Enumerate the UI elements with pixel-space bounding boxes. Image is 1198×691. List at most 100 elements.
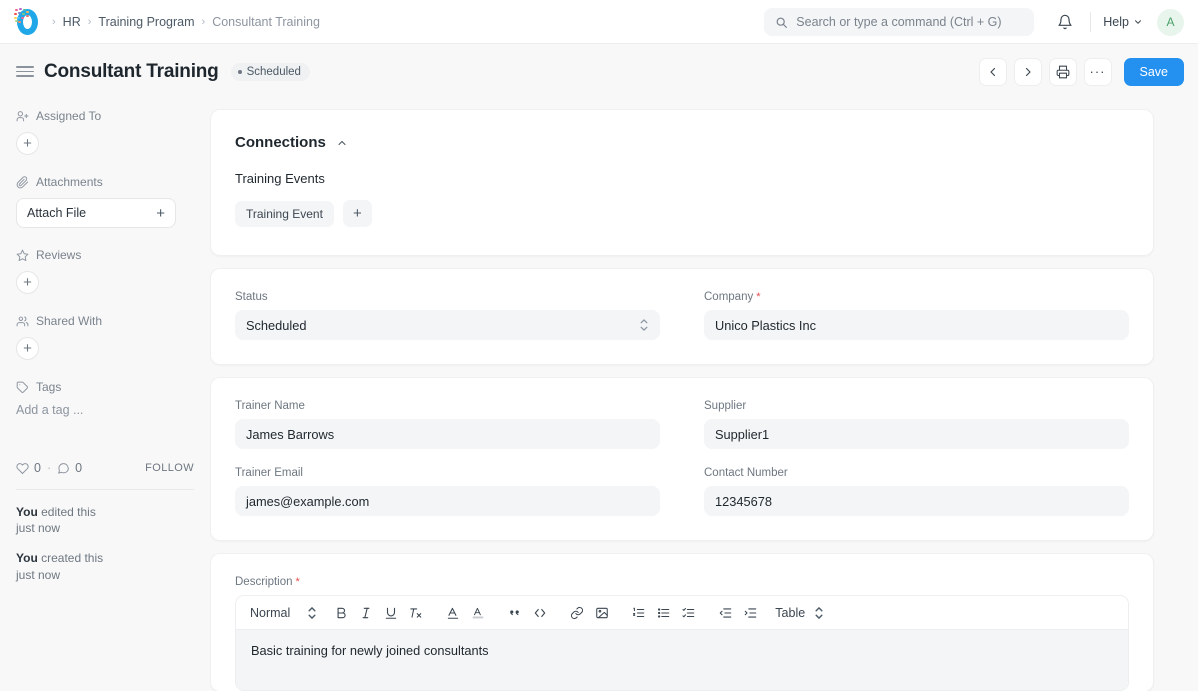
connections-group-label: Training Events xyxy=(235,171,1129,186)
ellipsis-icon: ··· xyxy=(1090,68,1106,76)
sidebar-section-header: Tags xyxy=(16,380,194,394)
status-company-card: Status Scheduled xyxy=(210,268,1154,365)
attach-file-button[interactable]: Attach File + xyxy=(16,198,176,228)
separator: · xyxy=(47,461,51,475)
sidebar-toggle-icon[interactable] xyxy=(16,66,34,77)
paragraph-style-select[interactable]: Normal xyxy=(250,606,328,620)
bullet-list-icon[interactable] xyxy=(651,596,676,630)
highlight-icon[interactable] xyxy=(465,596,490,630)
connection-chip-training-event[interactable]: Training Event xyxy=(235,201,334,227)
blockquote-icon[interactable] xyxy=(502,596,527,630)
like-control[interactable]: 0 xyxy=(16,461,41,475)
print-button[interactable] xyxy=(1049,58,1077,86)
frappe-logo[interactable] xyxy=(12,7,42,37)
activity-item: You created this just now xyxy=(16,550,194,582)
add-assignment-button[interactable]: + xyxy=(16,132,39,155)
field-label-text: Trainer Name xyxy=(235,400,305,412)
field-label: Status xyxy=(235,291,660,303)
field-company: Company * Unico Plastics Inc xyxy=(704,291,1129,340)
engagement-bar: 0 · 0 FOLLOW xyxy=(16,461,194,475)
attachment-icon xyxy=(16,176,29,189)
supplier-input[interactable]: Supplier1 xyxy=(704,419,1129,449)
bold-icon[interactable] xyxy=(328,596,353,630)
plus-icon: + xyxy=(156,205,165,222)
field-status: Status Scheduled xyxy=(235,291,660,340)
sidebar-section-assigned-to: Assigned To + xyxy=(16,109,194,155)
sidebar-section-header: Shared With xyxy=(16,314,194,328)
required-asterisk: * xyxy=(296,576,300,588)
page-header-actions: ··· Save xyxy=(979,44,1185,99)
help-label: Help xyxy=(1103,15,1129,29)
description-textarea[interactable]: Basic training for newly joined consulta… xyxy=(236,630,1128,690)
connections-header[interactable]: Connections xyxy=(235,134,1129,151)
add-tag-input[interactable]: Add a tag ... xyxy=(16,403,194,417)
chevron-up-icon[interactable] xyxy=(336,137,348,149)
assigned-to-icon xyxy=(16,110,29,123)
company-input[interactable]: Unico Plastics Inc xyxy=(704,310,1129,340)
next-document-button[interactable] xyxy=(1014,58,1042,86)
checklist-icon[interactable] xyxy=(676,596,701,630)
underline-icon[interactable] xyxy=(378,596,403,630)
help-menu[interactable]: Help xyxy=(1103,15,1143,29)
field-label-text: Company xyxy=(704,291,753,303)
search-input[interactable]: Search or type a command (Ctrl + G) xyxy=(764,8,1034,36)
search-icon xyxy=(775,16,788,29)
ordered-list-icon[interactable] xyxy=(626,596,651,630)
sidebar-section-header: Attachments xyxy=(16,175,194,189)
image-icon[interactable] xyxy=(589,596,614,630)
paragraph-style-label: Normal xyxy=(250,606,290,620)
bell-icon[interactable] xyxy=(1052,9,1078,35)
form-column-right: Supplier Supplier1 Contact Number 123456… xyxy=(704,400,1129,516)
chevron-down-icon xyxy=(1133,17,1143,27)
printer-icon xyxy=(1056,65,1070,79)
italic-icon[interactable] xyxy=(353,596,378,630)
breadcrumb-item-hr[interactable]: HR xyxy=(63,15,81,29)
trainer-name-input[interactable]: James Barrows xyxy=(235,419,660,449)
required-asterisk: * xyxy=(756,291,760,303)
activity-text: edited this xyxy=(38,505,96,519)
attach-file-label: Attach File xyxy=(27,206,86,220)
trainer-email-input[interactable]: james@example.com xyxy=(235,486,660,516)
follow-button[interactable]: FOLLOW xyxy=(145,462,194,474)
field-label: Trainer Email xyxy=(235,467,660,479)
prev-document-button[interactable] xyxy=(979,58,1007,86)
breadcrumb: › HR › Training Program › Consultant Tra… xyxy=(52,15,320,29)
trainer-email-value: james@example.com xyxy=(246,494,369,509)
field-label-text: Trainer Email xyxy=(235,467,303,479)
more-actions-button[interactable]: ··· xyxy=(1084,58,1112,86)
activity-actor: You xyxy=(16,551,38,565)
font-color-icon[interactable] xyxy=(440,596,465,630)
clear-format-icon[interactable] xyxy=(403,596,428,630)
form-column-left: Status Scheduled xyxy=(235,291,660,340)
contact-number-input[interactable]: 12345678 xyxy=(704,486,1129,516)
status-badge-label: Scheduled xyxy=(247,66,301,78)
table-label: Table xyxy=(775,606,805,620)
form-row: Trainer Name James Barrows Trainer Email… xyxy=(235,400,1129,516)
add-review-button[interactable]: + xyxy=(16,271,39,294)
status-select[interactable]: Scheduled xyxy=(235,310,660,340)
sidebar: Assigned To + Attachments Attach File + xyxy=(0,99,210,691)
avatar[interactable]: A xyxy=(1157,9,1184,36)
status-badge[interactable]: Scheduled xyxy=(231,63,310,81)
indent-icon[interactable] xyxy=(738,596,763,630)
save-button[interactable]: Save xyxy=(1124,58,1185,86)
code-icon[interactable] xyxy=(527,596,552,630)
add-share-button[interactable]: + xyxy=(16,337,39,360)
supplier-value: Supplier1 xyxy=(715,427,769,442)
link-icon[interactable] xyxy=(564,596,589,630)
sidebar-section-reviews: Reviews + xyxy=(16,248,194,294)
field-label: Company * xyxy=(704,291,1129,303)
breadcrumb-item-training-program[interactable]: Training Program xyxy=(98,15,194,29)
tag-icon xyxy=(16,381,29,394)
outdent-icon[interactable] xyxy=(713,596,738,630)
contact-number-value: 12345678 xyxy=(715,494,772,509)
company-value: Unico Plastics Inc xyxy=(715,318,816,333)
logo-dots xyxy=(14,8,30,24)
sidebar-section-header: Assigned To xyxy=(16,109,194,123)
table-menu[interactable]: Table xyxy=(775,606,835,620)
add-connection-button[interactable]: + xyxy=(343,200,372,227)
sidebar-divider xyxy=(16,489,194,490)
comment-control[interactable]: 0 xyxy=(57,461,82,475)
status-dot-icon xyxy=(238,70,242,74)
field-supplier: Supplier Supplier1 xyxy=(704,400,1129,449)
